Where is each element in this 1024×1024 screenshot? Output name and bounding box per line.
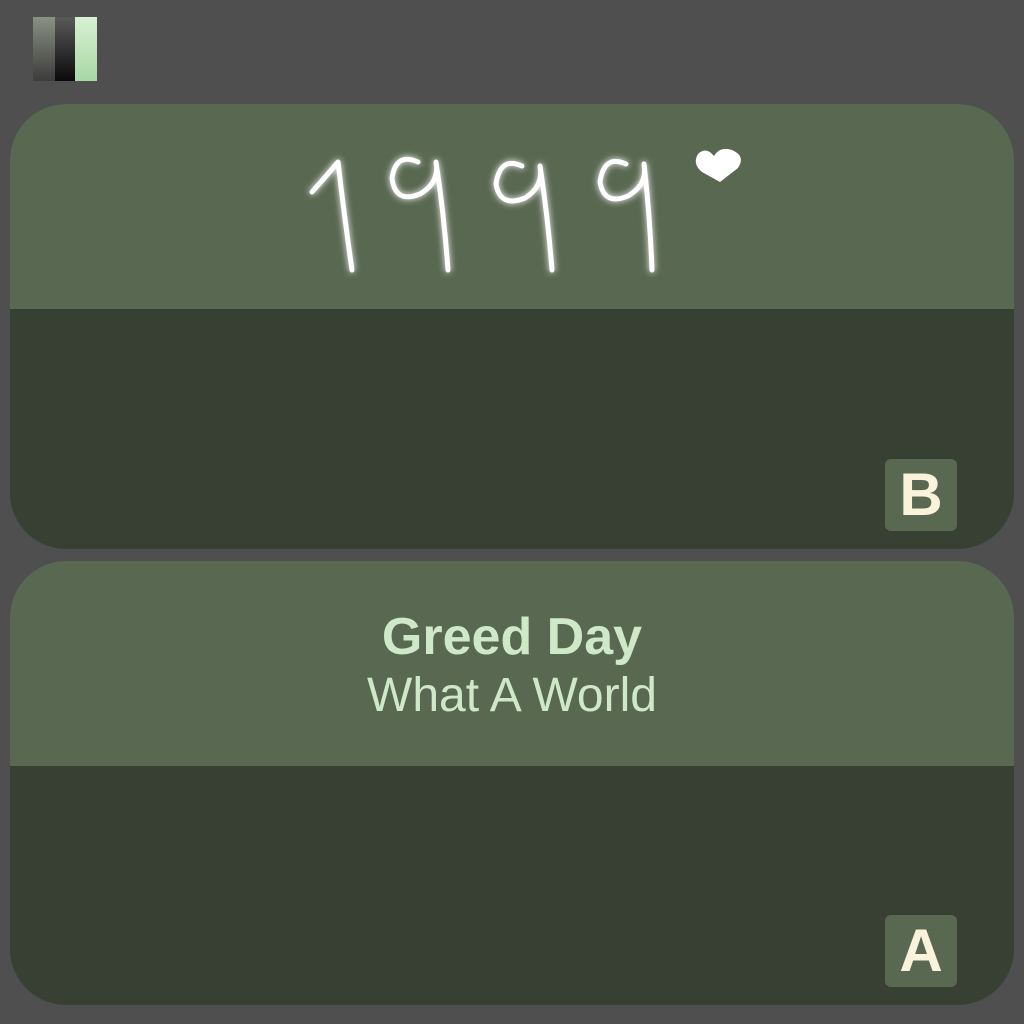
pause-icon[interactable] bbox=[33, 17, 97, 81]
answer-button-b[interactable]: B bbox=[885, 459, 957, 531]
heart-icon bbox=[695, 148, 741, 182]
logo-1999-handwritten bbox=[309, 148, 741, 273]
answer-button-a[interactable]: A bbox=[885, 915, 957, 987]
option-card-a[interactable]: Greed Day What A World A bbox=[10, 561, 1014, 1005]
pause-icon-segment bbox=[33, 17, 55, 81]
pause-icon-segment bbox=[55, 17, 75, 81]
option-card-b[interactable]: B bbox=[10, 104, 1014, 549]
pause-icon-segment bbox=[75, 17, 97, 81]
option-card-a-header: Greed Day What A World bbox=[10, 561, 1014, 766]
option-title: Greed Day bbox=[381, 608, 643, 666]
option-card-b-header bbox=[10, 104, 1014, 309]
option-subtitle: What A World bbox=[367, 669, 657, 722]
